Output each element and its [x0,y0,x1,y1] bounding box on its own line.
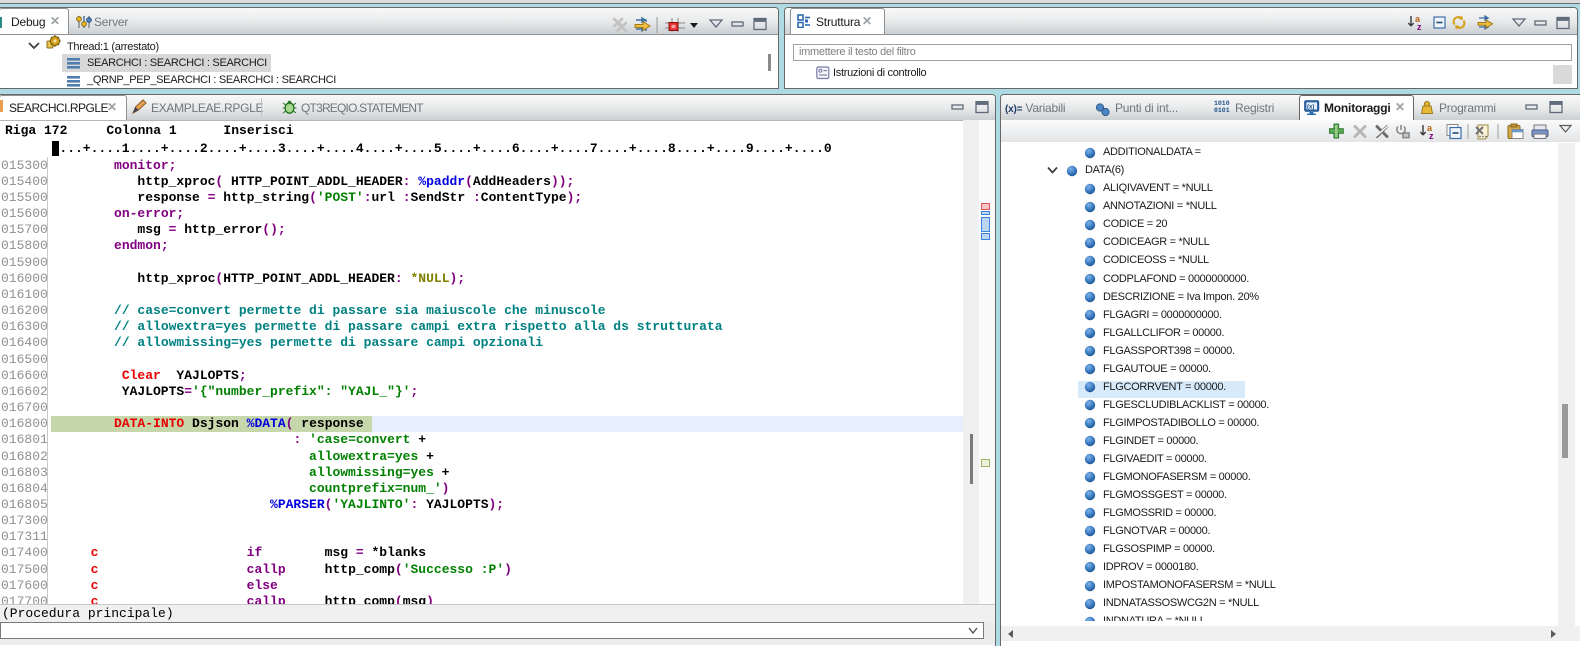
svg-text:(x): (x) [1307,104,1314,110]
svg-text:z: z [1417,22,1422,31]
svg-text:z: z [1429,131,1434,140]
